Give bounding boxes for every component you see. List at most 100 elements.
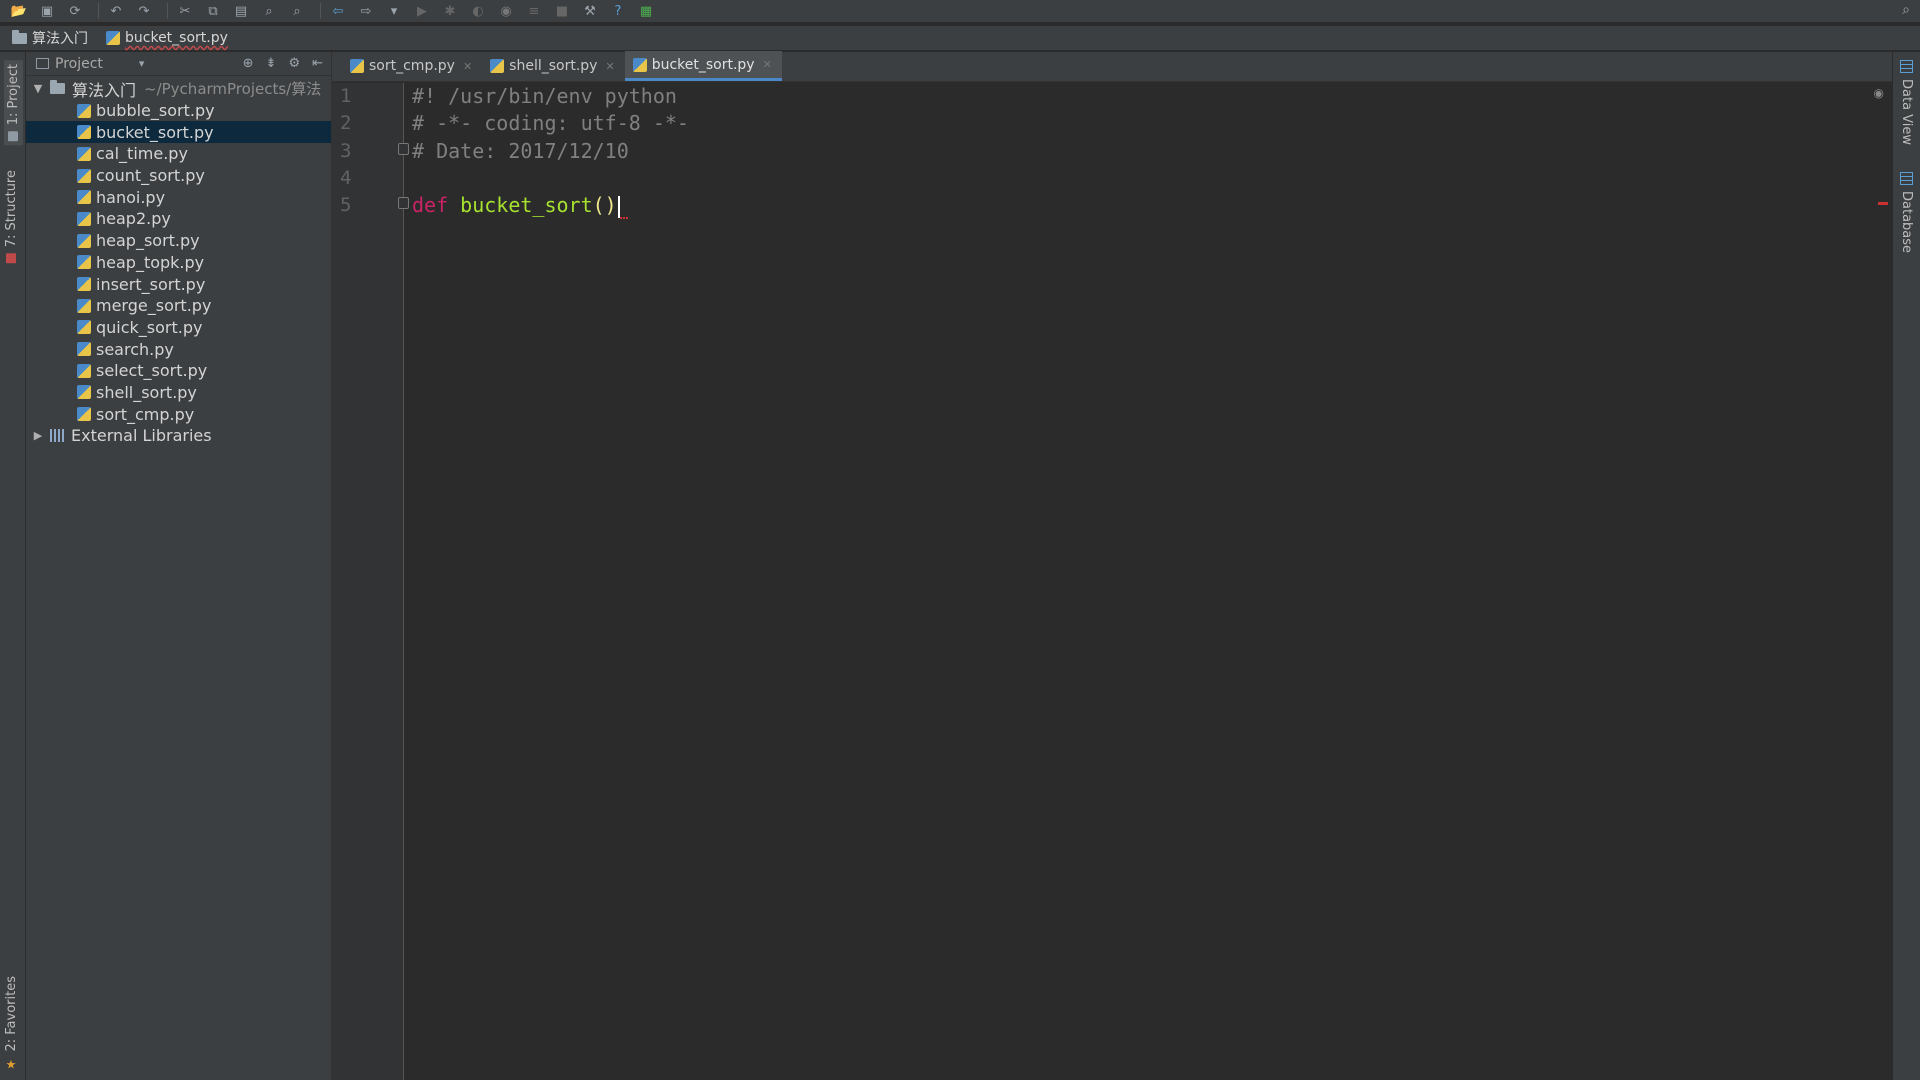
tree-file-shell-sort[interactable]: shell_sort.py [26,382,331,404]
breadcrumb-project-label: 算法入门 [32,31,88,47]
fold-marker-icon[interactable] [398,143,409,155]
tree-file-search[interactable]: search.py [26,338,331,360]
external-libraries-label: External Libraries [71,426,212,446]
database-icon [1900,172,1913,185]
line-number-gutter[interactable]: 1 2 3 4 5 [332,83,404,1080]
code-line-3: # Date: 2017/12/10 [412,138,629,163]
tab-bucket-sort[interactable]: bucket_sort.py ✕ [624,51,782,81]
settings-icon[interactable]: ⚒ [579,2,601,20]
tree-external-libraries[interactable]: ▶ External Libraries [26,425,331,447]
tree-file-heap2[interactable]: heap2.py [26,208,331,230]
code-line-1: #! /usr/bin/env python [412,84,677,108]
tree-file-label: shell_sort.py [96,382,197,402]
sync-icon[interactable]: ⟳ [64,2,86,20]
project-view-selector[interactable]: Project [55,56,103,72]
tree-file-heap-topk[interactable]: heap_topk.py [26,252,331,274]
python-file-icon [77,233,91,248]
database-tool-tab[interactable]: Database [1899,172,1914,253]
project-panel-header: Project ▾ ⊕ ⇟ ⚙ ⇤ [26,52,331,76]
main-toolbar: 📂 ▣ ⟳ ↶ ↷ ✂ ⧉ ▤ ⌕ ⌕ ⇦ ⇨ ▾ ▶ ✱ ◐ ◉ ≡ ■ ⚒ … [0,0,1920,22]
error-squiggle [619,215,628,220]
cut-icon[interactable]: ✂ [174,2,196,20]
python-file-icon [77,125,91,140]
star-icon: ★ [4,1057,19,1072]
eye-icon[interactable]: ◉ [1874,86,1884,100]
folder-icon [12,29,27,44]
python-file-icon [77,277,91,292]
line-number: 3 [340,139,352,162]
tree-file-label: insert_sort.py [96,274,206,294]
tree-file-label: quick_sort.py [96,317,203,337]
folder-icon [50,80,65,95]
find-icon[interactable]: ⌕ [258,2,280,20]
stop-icon[interactable]: ■ [551,2,573,20]
tab-label: sort_cmp.py [369,58,455,74]
breadcrumb-project[interactable]: 算法入门 [12,28,88,48]
open-folder-icon[interactable]: 📂 [8,2,30,20]
tab-sort-cmp[interactable]: sort_cmp.py ✕ [342,51,482,81]
database-tool-tab-label: Database [1899,191,1914,254]
concurrency-icon[interactable]: ≡ [523,2,545,20]
tree-file-bubble-sort[interactable]: bubble_sort.py [26,100,331,122]
coverage-icon[interactable]: ◐ [467,2,489,20]
help-icon[interactable]: ? [607,2,629,20]
collapse-all-icon[interactable]: ⇟ [266,56,277,71]
tree-file-sort-cmp[interactable]: sort_cmp.py [26,403,331,425]
copy-icon[interactable]: ⧉ [202,2,224,20]
project-view-icon [36,58,49,69]
undo-icon[interactable]: ↶ [105,2,127,20]
scroll-from-source-icon[interactable]: ⊕ [243,56,254,71]
tree-file-insert-sort[interactable]: insert_sort.py [26,273,331,295]
redo-icon[interactable]: ↷ [133,2,155,20]
data-view-tool-tab[interactable]: Data View [1899,60,1914,145]
tree-file-heap-sort[interactable]: heap_sort.py [26,230,331,252]
save-icon[interactable]: ▣ [36,2,58,20]
vcs-icon[interactable]: ▦ [635,2,657,20]
tree-file-select-sort[interactable]: select_sort.py [26,360,331,382]
python-file-icon [77,407,91,422]
tree-file-label: sort_cmp.py [96,404,195,424]
python-file-icon [77,168,91,183]
structure-tool-tab[interactable]: 7: Structure [4,170,19,264]
structure-icon [6,253,17,264]
close-icon[interactable]: ✕ [463,60,472,73]
replace-icon[interactable]: ⌕ [286,2,308,20]
run-icon[interactable]: ▶ [411,2,433,20]
python-file-icon [77,342,91,357]
tab-shell-sort[interactable]: shell_sort.py ✕ [482,51,625,81]
breadcrumb-file[interactable]: bucket_sort.py [106,30,228,46]
search-everywhere-icon[interactable]: ⌕ [1902,2,1910,18]
line-number: 5 [340,194,352,217]
tree-root-folder[interactable]: ▼ 算法入门 ~/PycharmProjects/算法 [26,78,331,100]
back-icon[interactable]: ⇦ [327,2,349,20]
forward-icon[interactable]: ⇨ [355,2,377,20]
close-icon[interactable]: ✕ [605,60,614,73]
profile-icon[interactable]: ◉ [495,2,517,20]
tree-file-quick-sort[interactable]: quick_sort.py [26,317,331,339]
python-file-icon [106,31,120,45]
code-editor[interactable]: #! /usr/bin/env python # -*- coding: utf… [412,83,689,220]
tree-file-count-sort[interactable]: count_sort.py [26,165,331,187]
fold-marker-icon[interactable] [398,197,409,209]
favorites-tool-tab[interactable]: ★ 2: Favorites [4,976,19,1072]
python-file-icon [77,298,91,313]
tab-label: bucket_sort.py [651,56,755,73]
chevron-down-icon[interactable]: ▾ [139,57,145,70]
line-number: 1 [340,85,352,107]
expand-arrow-icon[interactable]: ▼ [30,82,46,95]
debug-icon[interactable]: ✱ [439,2,461,20]
error-stripe-marker[interactable] [1878,202,1888,205]
tree-file-merge-sort[interactable]: merge_sort.py [26,295,331,317]
tree-file-hanoi[interactable]: hanoi.py [26,186,331,208]
tree-file-cal-time[interactable]: cal_time.py [26,143,331,165]
hide-icon[interactable]: ⇤ [312,56,323,71]
tree-file-bucket-sort[interactable]: bucket_sort.py [26,121,331,144]
close-icon[interactable]: ✕ [763,58,772,71]
paste-icon[interactable]: ▤ [230,2,252,20]
project-tool-tab[interactable]: 1: Project [4,60,23,146]
tree-file-label: select_sort.py [96,361,208,381]
expand-arrow-icon[interactable]: ▶ [30,429,46,442]
gear-icon[interactable]: ⚙ [288,56,300,71]
python-file-icon [77,146,91,161]
run-config-dropdown-icon[interactable]: ▾ [383,2,405,20]
